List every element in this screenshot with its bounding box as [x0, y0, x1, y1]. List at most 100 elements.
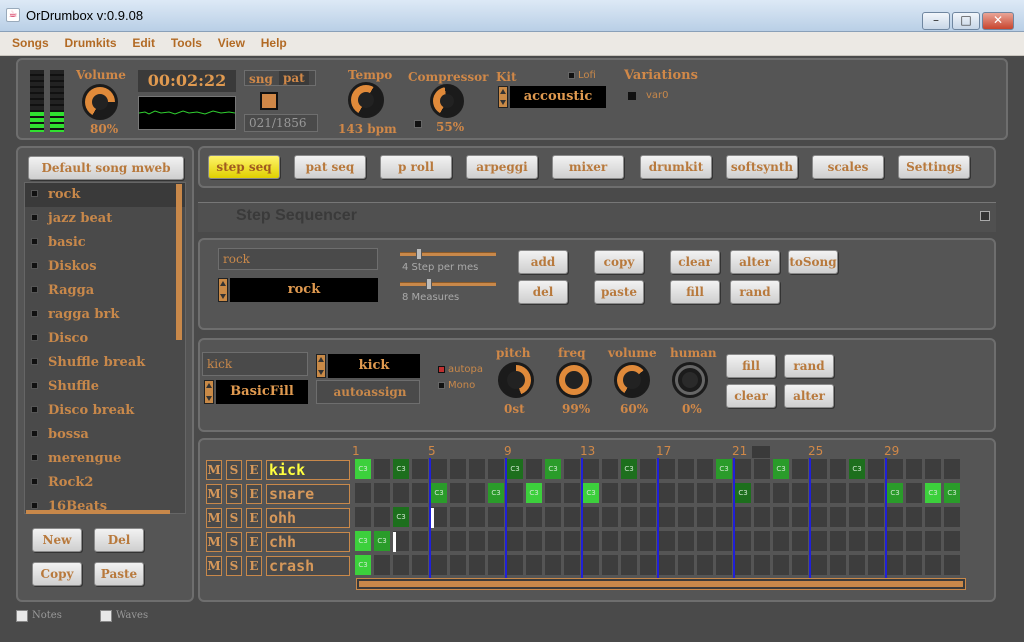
step-cell[interactable] [487, 530, 505, 552]
tab-p-roll[interactable]: p roll [380, 155, 452, 179]
pat-label[interactable]: pat [279, 71, 309, 85]
tab-arpeggi[interactable]: arpeggi [466, 155, 538, 179]
step-cell[interactable] [734, 530, 752, 552]
step-cell[interactable] [639, 530, 657, 552]
step-cell[interactable] [829, 530, 847, 552]
step-cell[interactable] [544, 482, 562, 504]
step-cell[interactable] [791, 530, 809, 552]
step-cell[interactable] [506, 530, 524, 552]
step-cell[interactable] [582, 506, 600, 528]
step-cell[interactable] [487, 554, 505, 576]
step-cell-active[interactable]: C3 [924, 482, 942, 504]
fill-type-spinner[interactable] [204, 380, 214, 404]
step-cell[interactable] [449, 458, 467, 480]
song-list-item[interactable]: basic [25, 231, 185, 255]
step-cell[interactable] [753, 530, 771, 552]
step-cell[interactable] [601, 530, 619, 552]
step-cell[interactable] [791, 554, 809, 576]
step-cell[interactable] [468, 506, 486, 528]
solo-button[interactable]: S [226, 508, 242, 528]
step-cell[interactable] [449, 482, 467, 504]
step-cell[interactable] [829, 554, 847, 576]
step-cell[interactable] [411, 530, 429, 552]
song-list-hscrollbar[interactable] [26, 510, 170, 514]
maximize-button[interactable]: □ [952, 12, 980, 30]
step-cell[interactable] [810, 482, 828, 504]
step-cell-active[interactable]: C3 [392, 506, 410, 528]
song-list-item[interactable]: bossa [25, 423, 185, 447]
pattern-spinner[interactable] [218, 278, 228, 302]
song-list[interactable]: rock jazz beat basic Diskos Ragga ragga brk Di… [24, 182, 186, 514]
step-cell-active[interactable]: C3 [715, 458, 733, 480]
step-cell[interactable] [905, 506, 923, 528]
step-cell[interactable] [886, 506, 904, 528]
step-cell[interactable] [734, 554, 752, 576]
paste-song-button[interactable]: Paste [94, 562, 144, 586]
step-cell[interactable] [791, 458, 809, 480]
pitch-knob[interactable] [498, 362, 534, 398]
song-pattern-toggle[interactable]: sng pat [244, 70, 316, 86]
step-cell-active[interactable]: C3 [582, 482, 600, 504]
step-cell[interactable] [658, 458, 676, 480]
step-cell-active[interactable]: C3 [487, 482, 505, 504]
tempo-knob[interactable] [348, 82, 384, 118]
step-cell-active[interactable]: C3 [525, 482, 543, 504]
step-cell[interactable] [506, 482, 524, 504]
lofi-checkbox[interactable] [568, 72, 575, 79]
step-cell[interactable] [563, 482, 581, 504]
step-cell[interactable] [829, 458, 847, 480]
step-cell[interactable] [696, 482, 714, 504]
step-cell[interactable] [639, 458, 657, 480]
song-list-item[interactable]: Shuffle [25, 375, 185, 399]
step-cell[interactable] [905, 530, 923, 552]
step-cell-active[interactable]: C3 [354, 458, 372, 480]
step-cell-active[interactable]: C3 [544, 458, 562, 480]
step-cell[interactable] [677, 554, 695, 576]
step-cell[interactable] [392, 482, 410, 504]
step-cell[interactable] [354, 506, 372, 528]
step-cell[interactable] [810, 506, 828, 528]
step-cell[interactable] [449, 530, 467, 552]
step-cell-active[interactable]: C3 [430, 482, 448, 504]
autoassign-field[interactable]: autoassign [316, 380, 420, 404]
menu-view[interactable]: View [218, 36, 245, 50]
instrument-volume-knob[interactable] [614, 362, 650, 398]
notes-checkbox[interactable] [16, 610, 28, 622]
freq-knob[interactable] [556, 362, 592, 398]
track-name-chh[interactable]: chh [266, 532, 350, 552]
step-cell[interactable] [677, 482, 695, 504]
rand-pattern-button[interactable]: rand [730, 280, 780, 304]
step-cell[interactable] [411, 506, 429, 528]
step-cell[interactable] [943, 458, 961, 480]
step-cell[interactable] [715, 482, 733, 504]
step-cell[interactable] [544, 530, 562, 552]
step-cell[interactable] [658, 506, 676, 528]
step-cell[interactable] [810, 530, 828, 552]
step-cell[interactable] [810, 554, 828, 576]
step-cell[interactable] [696, 458, 714, 480]
step-cell[interactable] [373, 506, 391, 528]
alter-pattern-button[interactable]: alter [730, 250, 780, 274]
menu-drumkits[interactable]: Drumkits [65, 36, 117, 50]
step-cell[interactable] [905, 554, 923, 576]
track-name-snare[interactable]: snare [266, 484, 350, 504]
copy-song-button[interactable]: Copy [32, 562, 82, 586]
edit-button[interactable]: E [246, 460, 262, 480]
step-cell[interactable] [658, 482, 676, 504]
track-name-ohh[interactable]: ohh [266, 508, 350, 528]
default-song-button[interactable]: Default song mweb [28, 156, 184, 180]
song-list-scrollbar[interactable] [176, 184, 182, 340]
grid-hscrollbar[interactable] [356, 578, 966, 590]
step-cell-active[interactable]: C3 [734, 482, 752, 504]
step-cell[interactable] [525, 506, 543, 528]
step-cell[interactable] [905, 482, 923, 504]
step-cell[interactable] [829, 482, 847, 504]
step-cell[interactable] [753, 554, 771, 576]
step-cell[interactable] [734, 458, 752, 480]
song-list-item[interactable]: Disco break [25, 399, 185, 423]
add-pattern-button[interactable]: add [518, 250, 568, 274]
step-cell[interactable] [943, 506, 961, 528]
instrument-spinner[interactable] [316, 354, 326, 378]
human-knob[interactable] [672, 362, 708, 398]
step-cell[interactable] [753, 482, 771, 504]
